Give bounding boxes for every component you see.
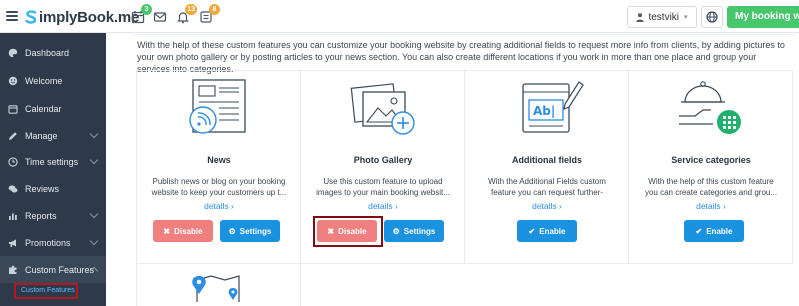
details-link[interactable]: details › [137,201,301,211]
details-label: details [696,201,721,211]
tasks-badge: 8 [209,4,220,15]
palette-icon [8,48,18,58]
puzzle-icon [8,265,18,275]
menu-icon[interactable] [6,11,18,21]
sidebar: Dashboard Welcome Calendar Manage Time s… [0,33,106,306]
svg-text:Ab|: Ab| [533,104,555,118]
enable-button[interactable]: ✔ Enable [517,220,577,242]
card-description: With the help of this custom feature you… [644,177,778,197]
chevron-down-icon [89,129,99,139]
button-label: Settings [239,226,272,236]
chevron-right-icon: › [231,201,234,211]
details-link[interactable]: details › [301,201,465,211]
sidebar-subitem-custom-features[interactable]: Custom Features [14,283,78,299]
sidebar-item-time-settings[interactable]: Time settings [0,148,106,175]
button-label: Settings [403,226,436,236]
sidebar-item-dashboard[interactable]: Dashboard [0,39,106,66]
globe-button[interactable] [701,6,723,28]
chevron-down-icon: ▾ [684,14,688,21]
button-label: Enable [706,226,733,236]
user-menu-button[interactable]: testviki ▾ [627,6,697,28]
sidebar-item-label: Calendar [25,103,62,114]
card-title: Photo Gallery [353,155,413,165]
card-title: News [207,155,231,165]
logo[interactable]: implyBook.me [24,8,139,26]
feature-card-additional-fields: Ab| Additional fields With the Additiona… [465,70,629,260]
sidebar-item-reviews[interactable]: Reviews [0,175,106,202]
button-label: Enable [539,226,566,236]
tasks-icon[interactable]: 8 [199,4,220,24]
button-label: Disable [174,226,203,236]
chat-icon [8,184,18,194]
top-bar: implyBook.me 3 13 8 testviki ▾ My bookin… [0,0,799,33]
chevron-right-icon: › [559,201,562,211]
chevron-down-icon [89,236,99,246]
bell-icon[interactable]: 13 [176,4,197,24]
mail-icon[interactable] [153,10,167,24]
details-label: details [532,201,557,211]
chevron-right-icon: › [723,201,726,211]
card-description: With the Additional Fields custom featur… [488,177,606,197]
highlight-box [313,216,383,247]
card-title: Additional fields [511,155,582,165]
user-name: testviki [648,11,680,23]
settings-button[interactable]: ⚙ Settings [384,220,444,242]
sidebar-item-reports[interactable]: Reports [0,202,106,229]
settings-button[interactable]: ⚙ Settings [220,220,280,242]
sidebar-item-label: Manage [25,130,58,141]
megaphone-icon [8,238,18,248]
additional-fields-icon: Ab| [522,81,584,133]
smile-icon [8,76,18,86]
chevron-down-icon [89,209,99,219]
chevron-right-icon: › [395,201,398,211]
details-label: details [368,201,393,211]
card-description: Publish news or blog on your booking web… [151,177,287,197]
location-pin-icon [192,275,240,302]
sidebar-item-label: Welcome [25,75,63,86]
card-description: Use this custom feature to upload images… [316,177,450,197]
divider [132,34,795,35]
bar-chart-icon [8,211,18,221]
logo-s-icon [25,10,37,24]
sidebar-item-label: Time settings [25,156,79,167]
calendar-icon [8,104,18,114]
service-categories-icon [679,81,741,134]
feature-card-locations [137,264,300,306]
user-icon [636,12,645,22]
logo-text: implyBook.me [39,8,140,26]
feature-card-news: News Publish news or blog on your bookin… [137,70,301,260]
calendar-badge: 3 [141,4,152,15]
globe-icon [706,11,718,23]
sidebar-item-label: Reports [25,210,57,221]
calendar-icon[interactable]: 3 [131,4,152,24]
card-title: Service categories [671,155,751,165]
disable-button[interactable]: ✖ Disable [153,220,213,242]
details-link[interactable]: details › [465,201,629,211]
sidebar-item-label: Custom Features [25,264,95,275]
gear-icon: ⚙ [392,226,400,236]
feature-card-service-categories: Service categories With the help of this… [629,70,793,260]
details-link[interactable]: details › [629,201,793,211]
details-label: details [204,201,229,211]
close-icon: ✖ [163,226,171,236]
sidebar-item-promotions[interactable]: Promotions [0,229,106,256]
sidebar-item-welcome[interactable]: Welcome [0,67,106,94]
bell-badge: 13 [185,4,197,15]
sidebar-item-label: Dashboard [25,47,70,58]
my-booking-website-button[interactable]: My booking website [727,6,799,28]
sidebar-item-manage[interactable]: Manage [0,122,106,149]
newspaper-icon [189,79,246,134]
clock-icon [8,156,18,167]
sidebar-item-custom-features[interactable]: Custom Features [0,256,106,283]
check-icon: ✔ [528,226,536,236]
photo-gallery-icon [350,83,415,135]
chevron-down-icon [89,155,99,165]
sidebar-item-calendar[interactable]: Calendar [0,95,106,122]
gear-icon: ⚙ [228,226,236,236]
pencil-icon [8,131,18,141]
sidebar-item-label: Reviews [25,183,60,194]
check-icon: ✔ [695,226,703,236]
enable-button[interactable]: ✔ Enable [684,220,744,242]
sidebar-item-label: Promotions [25,237,71,248]
